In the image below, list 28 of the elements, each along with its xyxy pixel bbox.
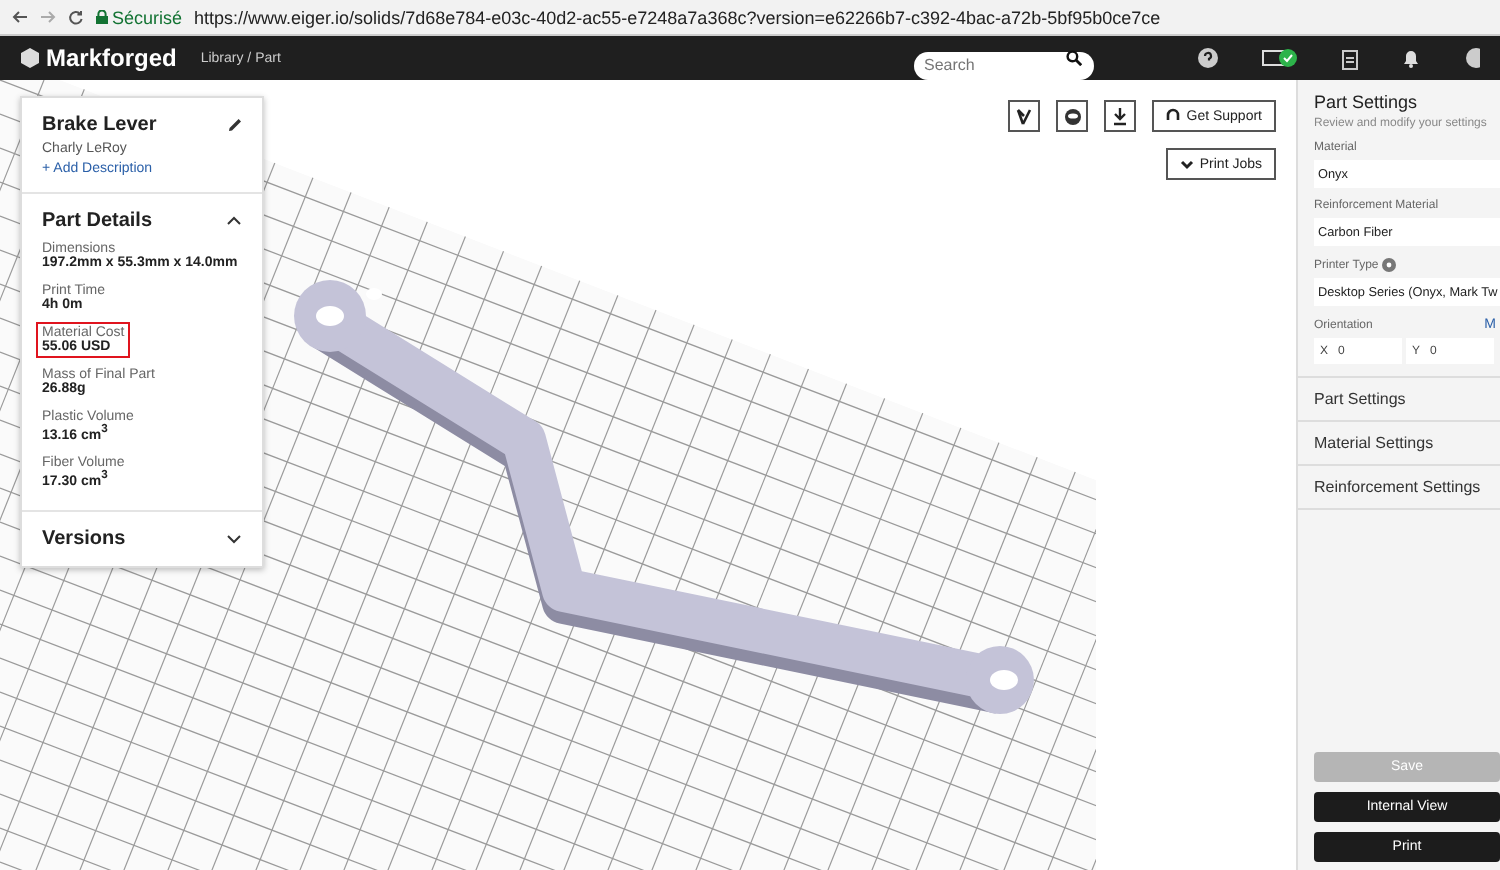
chevron-icon[interactable] xyxy=(226,216,242,226)
hexagon-icon xyxy=(20,48,40,68)
logo[interactable]: Markforged xyxy=(20,44,177,72)
download-icon xyxy=(1112,107,1129,125)
panel-title: Part Settings xyxy=(1314,92,1420,112)
lock-icon xyxy=(96,10,108,24)
printer-status-icon[interactable] xyxy=(1262,48,1298,68)
pencil-icon[interactable] xyxy=(228,118,242,132)
settings-section[interactable]: Material Settings xyxy=(1298,422,1500,466)
chevron-down-icon xyxy=(1179,159,1194,169)
reload-icon[interactable] xyxy=(68,9,84,25)
address-bar[interactable]: https://www.eiger.io/solids/7d68e784-e03c-40d2-ac55-e7248a7a368c?version=e62266b7-c392-4bac-a72b-5bf95b0ce7ce xyxy=(194,7,1161,27)
section-title: Versions xyxy=(42,527,126,550)
search-icon xyxy=(1066,50,1082,66)
chevron-icon[interactable] xyxy=(226,533,242,544)
download-button[interactable] xyxy=(1104,100,1137,132)
settings-section[interactable]: Reinforcement Settings xyxy=(1298,466,1500,510)
back-icon[interactable] xyxy=(12,10,28,24)
settings-section[interactable]: Part Settings xyxy=(1298,378,1500,422)
search-field[interactable]: Search xyxy=(914,51,1094,79)
clipboard-icon[interactable] xyxy=(1342,47,1358,69)
version-button[interactable] xyxy=(1008,100,1041,132)
secure-label: Sécurisé xyxy=(96,7,183,27)
part-title: Brake Lever xyxy=(42,114,157,136)
headset-icon xyxy=(1166,108,1181,124)
section-title: Part Details xyxy=(42,210,153,232)
layers-button[interactable] xyxy=(1056,100,1089,132)
bell-icon[interactable] xyxy=(1402,48,1420,68)
